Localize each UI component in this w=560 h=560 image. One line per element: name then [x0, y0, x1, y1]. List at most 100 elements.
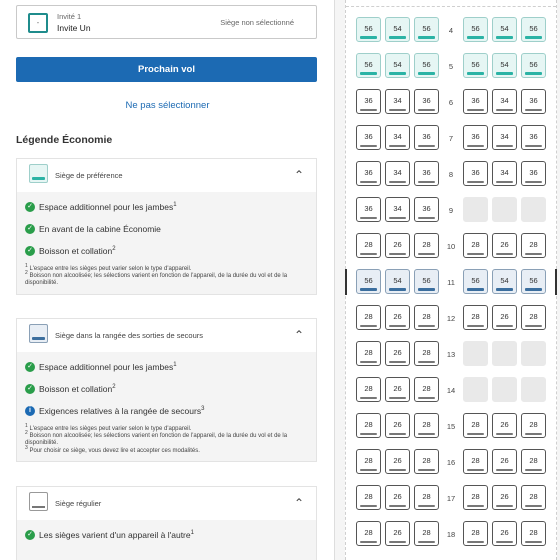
seat-9-L2[interactable]: 34 [385, 197, 410, 222]
seat-4-R2[interactable]: 54 [492, 17, 517, 42]
seat-16-L3[interactable]: 28 [414, 449, 439, 474]
seat-15-L3[interactable]: 28 [414, 413, 439, 438]
seat-18-R3[interactable]: 28 [521, 521, 546, 546]
seat-17-R2[interactable]: 26 [492, 485, 517, 510]
seat-8-R1[interactable]: 36 [463, 161, 488, 186]
seat-5-L2[interactable]: 54 [385, 53, 410, 78]
seat-10-R1[interactable]: 28 [463, 233, 488, 258]
seat-10-L3[interactable]: 28 [414, 233, 439, 258]
seat-11-R2[interactable]: 54 [492, 269, 517, 294]
seat-6-R1[interactable]: 36 [463, 89, 488, 114]
seat-12-L3[interactable]: 28 [414, 305, 439, 330]
seat-14-L2[interactable]: 26 [385, 377, 410, 402]
seat-4-R3[interactable]: 56 [521, 17, 546, 42]
seat-18-R1[interactable]: 28 [463, 521, 488, 546]
seat-6-R2[interactable]: 34 [492, 89, 517, 114]
seat-14-L1[interactable]: 28 [356, 377, 381, 402]
seat-12-R3[interactable]: 28 [521, 305, 546, 330]
seat-5-R1[interactable]: 56 [463, 53, 488, 78]
seat-13-L3[interactable]: 28 [414, 341, 439, 366]
seat-15-L1[interactable]: 28 [356, 413, 381, 438]
seat-9-L3[interactable]: 36 [414, 197, 439, 222]
seat-11-L1[interactable]: 56 [356, 269, 381, 294]
skip-selection-link[interactable]: Ne pas sélectionner [0, 100, 335, 111]
seat-7-R1[interactable]: 36 [463, 125, 488, 150]
seat-7-L1[interactable]: 36 [356, 125, 381, 150]
seat-5-R2[interactable]: 54 [492, 53, 517, 78]
seat-13-L2[interactable]: 26 [385, 341, 410, 366]
seat-4-L1[interactable]: 56 [356, 17, 381, 42]
seat-7-L2[interactable]: 34 [385, 125, 410, 150]
legend-section-regular: Siège régulier ⌃ ✓ Les sièges varient d'u… [16, 486, 317, 560]
next-flight-button[interactable]: Prochain vol [16, 57, 317, 82]
seat-17-L3[interactable]: 28 [414, 485, 439, 510]
seat-11-R1[interactable]: 56 [463, 269, 488, 294]
seat-14-L3[interactable]: 28 [414, 377, 439, 402]
row-number: 9 [448, 206, 454, 215]
chevron-up-icon[interactable]: ⌃ [294, 168, 304, 182]
legend-section-header[interactable]: Siège de préférence ⌃ [17, 159, 316, 192]
seat-10-R3[interactable]: 28 [521, 233, 546, 258]
seat-10-L2[interactable]: 26 [385, 233, 410, 258]
seat-7-R2[interactable]: 34 [492, 125, 517, 150]
seat-5-L3[interactable]: 56 [414, 53, 439, 78]
seat-8-R3[interactable]: 36 [521, 161, 546, 186]
seat-15-R1[interactable]: 28 [463, 413, 488, 438]
legend-section-header[interactable]: Siège régulier ⌃ [17, 487, 316, 520]
seat-17-L1[interactable]: 28 [356, 485, 381, 510]
seat-11-L2[interactable]: 54 [385, 269, 410, 294]
row-number: 14 [446, 386, 456, 395]
seat-7-R3[interactable]: 36 [521, 125, 546, 150]
seat-6-L1[interactable]: 36 [356, 89, 381, 114]
seat-12-L2[interactable]: 26 [385, 305, 410, 330]
guest-selector[interactable]: - Invité 1 Invite Un Siège non sélection… [16, 5, 317, 39]
row-number: 12 [446, 314, 456, 323]
chevron-up-icon[interactable]: ⌃ [294, 328, 304, 342]
seat-11-R3[interactable]: 56 [521, 269, 546, 294]
seat-18-R2[interactable]: 26 [492, 521, 517, 546]
legend-section-exit-row: Siège dans la rangée des sorties de seco… [16, 318, 317, 462]
seat-15-R2[interactable]: 26 [492, 413, 517, 438]
chevron-up-icon[interactable]: ⌃ [294, 496, 304, 510]
seat-16-R1[interactable]: 28 [463, 449, 488, 474]
seat-4-L2[interactable]: 54 [385, 17, 410, 42]
row-number: 18 [446, 530, 456, 539]
seat-7-L3[interactable]: 36 [414, 125, 439, 150]
seat-6-L3[interactable]: 36 [414, 89, 439, 114]
seat-15-L2[interactable]: 26 [385, 413, 410, 438]
seat-18-L1[interactable]: 28 [356, 521, 381, 546]
seat-8-L2[interactable]: 34 [385, 161, 410, 186]
seat-17-R1[interactable]: 28 [463, 485, 488, 510]
seat-12-R1[interactable]: 28 [463, 305, 488, 330]
seat-11-L3[interactable]: 56 [414, 269, 439, 294]
seat-16-R3[interactable]: 28 [521, 449, 546, 474]
seat-10-L1[interactable]: 28 [356, 233, 381, 258]
seat-6-L2[interactable]: 34 [385, 89, 410, 114]
seat-5-R3[interactable]: 56 [521, 53, 546, 78]
seat-17-L2[interactable]: 26 [385, 485, 410, 510]
seat-13-L1[interactable]: 28 [356, 341, 381, 366]
seat-4-L3[interactable]: 56 [414, 17, 439, 42]
seat-8-L3[interactable]: 36 [414, 161, 439, 186]
seat-16-L2[interactable]: 26 [385, 449, 410, 474]
check-icon: ✓ [25, 530, 35, 540]
seat-6-R3[interactable]: 36 [521, 89, 546, 114]
seat-18-L3[interactable]: 28 [414, 521, 439, 546]
seat-8-R2[interactable]: 34 [492, 161, 517, 186]
section-title: Siège dans la rangée des sorties de seco… [55, 331, 204, 340]
seat-8-L1[interactable]: 36 [356, 161, 381, 186]
seat-5-L1[interactable]: 56 [356, 53, 381, 78]
seat-10-R2[interactable]: 26 [492, 233, 517, 258]
feature-item: ✓ Espace additionnel pour les jambes1 [25, 196, 308, 218]
seat-16-L1[interactable]: 28 [356, 449, 381, 474]
seat-12-L1[interactable]: 28 [356, 305, 381, 330]
seat-12-R2[interactable]: 26 [492, 305, 517, 330]
seat-18-L2[interactable]: 26 [385, 521, 410, 546]
seat-17-R3[interactable]: 28 [521, 485, 546, 510]
seat-9-L1[interactable]: 36 [356, 197, 381, 222]
legend-section-header[interactable]: Siège dans la rangée des sorties de seco… [17, 319, 316, 352]
seat-4-R1[interactable]: 56 [463, 17, 488, 42]
seat-16-R2[interactable]: 26 [492, 449, 517, 474]
seat-15-R3[interactable]: 28 [521, 413, 546, 438]
seat-map: 56 54 56 4 56 54 56 56 54 56 5 56 54 56 36 34 36 6 36 34 36 3… [345, 0, 557, 560]
